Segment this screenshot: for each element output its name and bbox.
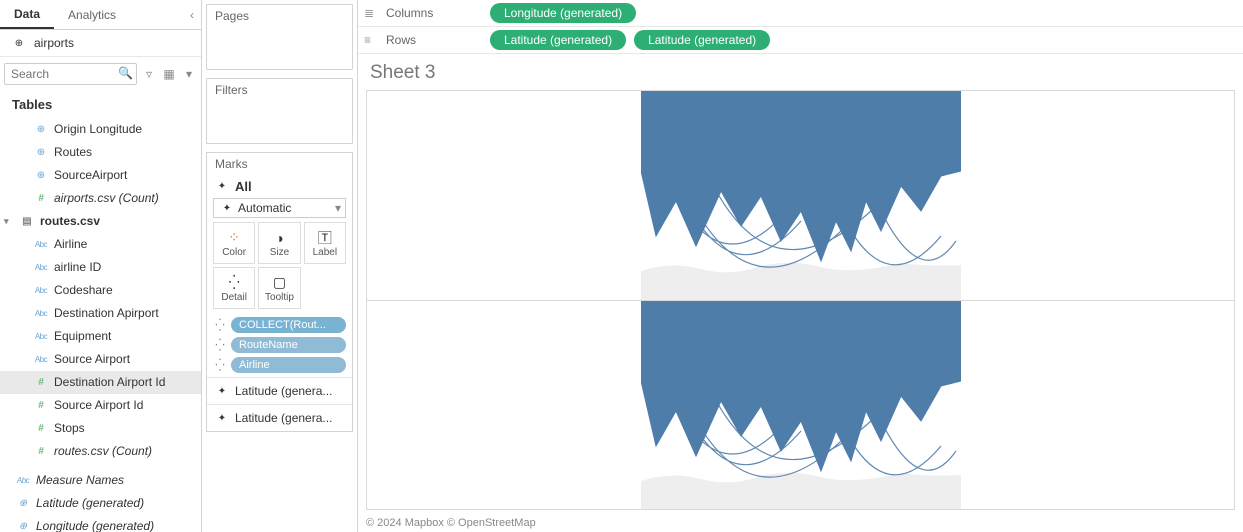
tab-data[interactable]: Data [0,0,54,29]
number-icon: # [34,192,48,206]
field-routes[interactable]: ⊕Routes [0,141,201,164]
field-destination-airport-id[interactable]: #Destination Airport Id [0,371,201,394]
globe-icon: ⊕ [34,123,48,137]
search-input[interactable] [4,63,137,85]
field-airports-count[interactable]: #airports.csv (Count) [0,187,201,210]
detail-icon: ⁛ [213,318,227,332]
field-routes-count[interactable]: #routes.csv (Count) [0,440,201,463]
globe-icon: ⊕ [16,520,30,532]
text-icon: Abc [34,307,48,321]
number-icon: # [34,376,48,390]
rows-shelf[interactable]: ≡ Rows Latitude (generated) Latitude (ge… [358,27,1243,54]
rows-pill-latitude-2[interactable]: Latitude (generated) [634,30,770,50]
field-equipment[interactable]: AbcEquipment [0,325,201,348]
marks-type-icon: ✦ [215,180,229,194]
tooltip-icon: ▢ [273,274,286,292]
marks-label[interactable]: 🅃Label [304,222,346,264]
sort-fields-icon[interactable]: ▾ [181,66,197,82]
globe-icon: ⊕ [34,146,48,160]
field-origin-longitude[interactable]: ⊕Origin Longitude [0,118,201,141]
globe-icon: ⊕ [34,169,48,183]
field-latitude-generated[interactable]: ⊕Latitude (generated) [0,492,201,515]
marks-detail[interactable]: ⁛Detail [213,267,255,309]
marks-type-icon: ✦ [220,201,234,215]
routes-map-svg [641,91,961,300]
datasource-row[interactable]: ⊕ airports [0,30,201,57]
color-icon: ⁘ [228,229,240,247]
field-destination-airport[interactable]: AbcDestination Apirport [0,302,201,325]
detail-icon: ⁛ [213,358,227,372]
marks-type-icon: ✦ [215,411,229,425]
filter-fields-icon[interactable]: ▿ [141,66,157,82]
number-icon: # [34,445,48,459]
marks-size[interactable]: ◑Size [258,222,300,264]
text-icon: Abc [34,261,48,275]
map-pane-1[interactable] [367,91,1234,301]
field-source-airport[interactable]: AbcSource Airport [0,348,201,371]
text-icon: Abc [34,238,48,252]
text-icon: Abc [16,474,30,488]
mark-layer-2[interactable]: ✦Latitude (genera... [207,404,352,431]
columns-shelf[interactable]: ≣ Columns Longitude (generated) [358,0,1243,27]
rows-pill-latitude-1[interactable]: Latitude (generated) [490,30,626,50]
routes-map-svg [641,301,961,510]
datasource-name: airports [34,36,74,50]
columns-icon: ≣ [364,6,378,20]
detail-icon: ⁛ [213,338,227,352]
table-icon: ▤ [20,215,34,229]
field-stops[interactable]: #Stops [0,417,201,440]
text-icon: Abc [34,353,48,367]
text-icon: Abc [34,284,48,298]
field-measure-names[interactable]: AbcMeasure Names [0,469,201,492]
tables-header: Tables [0,91,201,118]
view-mode-icon[interactable]: ▦ [161,66,177,82]
field-sourceairport[interactable]: ⊕SourceAirport [0,164,201,187]
field-airline-id[interactable]: Abcairline ID [0,256,201,279]
mark-pill-collect-routes[interactable]: COLLECT(Rout... [231,317,346,333]
tab-analytics[interactable]: Analytics [54,0,130,29]
size-icon: ◑ [275,229,283,247]
table-routes-csv[interactable]: ▾ ▤ routes.csv [0,210,201,233]
number-icon: # [34,399,48,413]
label-icon: 🅃 [318,229,332,247]
mark-pill-airline[interactable]: Airline [231,357,346,373]
number-icon: # [34,422,48,436]
map-pane-2[interactable] [367,301,1234,510]
columns-pill-longitude[interactable]: Longitude (generated) [490,3,636,23]
text-icon: Abc [34,330,48,344]
map-attribution: © 2024 Mapbox © OpenStreetMap [358,514,1243,532]
pages-shelf[interactable]: Pages [206,4,353,70]
fields-tree: ⊕Origin Longitude ⊕Routes ⊕SourceAirport… [0,118,201,532]
marks-color[interactable]: ⁘Color [213,222,255,264]
caret-down-icon: ▾ [4,213,14,230]
marks-card: Marks ✦ All ✦ Automatic ▾ ⁘Color ◑Size 🅃… [206,152,353,432]
datasource-icon: ⊕ [12,36,26,50]
worksheet-canvas: ≣ Columns Longitude (generated) ≡ Rows L… [358,0,1243,532]
filters-shelf[interactable]: Filters [206,78,353,144]
marks-all-row[interactable]: ✦ All [207,175,352,198]
marks-type-icon: ✦ [215,384,229,398]
search-icon: 🔍 [118,66,133,80]
detail-icon: ⁛ [229,274,240,292]
mark-type-dropdown[interactable]: ✦ Automatic ▾ [213,198,346,218]
field-longitude-generated[interactable]: ⊕Longitude (generated) [0,515,201,532]
chevron-down-icon: ▾ [335,201,341,215]
mark-pill-routename[interactable]: RouteName [231,337,346,353]
field-codeshare[interactable]: AbcCodeshare [0,279,201,302]
marks-tooltip[interactable]: ▢Tooltip [258,267,300,309]
mark-layer-1[interactable]: ✦Latitude (genera... [207,377,352,404]
sheet-title[interactable]: Sheet 3 [358,54,1243,90]
field-airline[interactable]: AbcAirline [0,233,201,256]
field-source-airport-id[interactable]: #Source Airport Id [0,394,201,417]
rows-icon: ≡ [364,33,378,47]
data-panel: Data Analytics ‹ ⊕ airports 🔍 ▿ ▦ ▾ Tabl… [0,0,202,532]
collapse-side-panel[interactable]: ‹ [183,0,201,29]
viz-container[interactable] [366,90,1235,510]
side-tabs: Data Analytics ‹ [0,0,201,30]
shelves-panel: Pages Filters Marks ✦ All ✦ Automatic ▾ … [202,0,358,532]
globe-icon: ⊕ [16,497,30,511]
